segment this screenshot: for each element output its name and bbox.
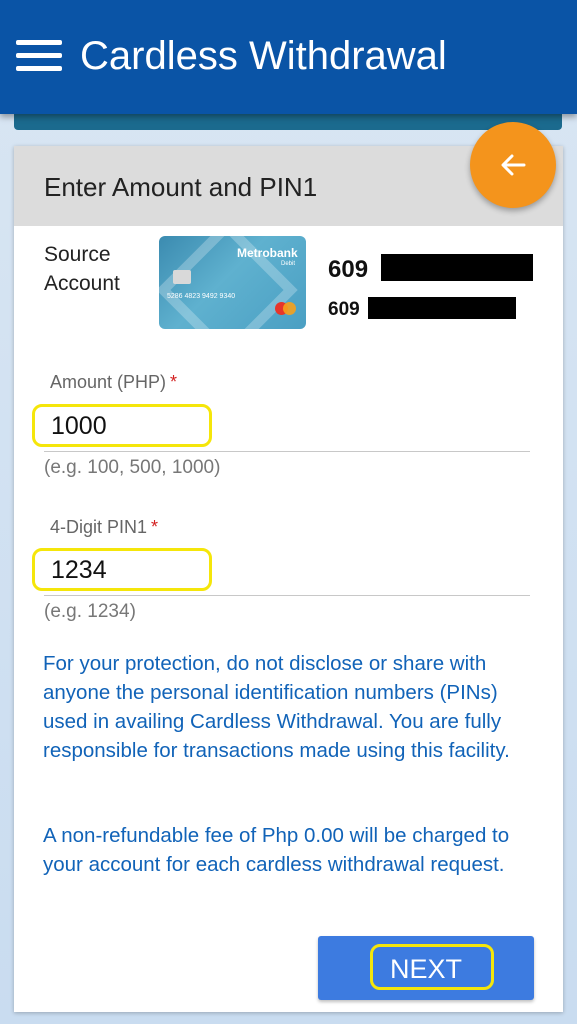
source-account-label: Source Account — [44, 243, 120, 295]
card-chip-icon — [173, 270, 191, 284]
card-type: Debit — [281, 261, 296, 267]
card-title: Enter Amount and PIN1 — [44, 172, 318, 202]
redaction-bar — [381, 254, 533, 281]
pin-input[interactable] — [51, 556, 201, 585]
card-bank-name: Metrobank — [237, 246, 298, 260]
pin-hint: (e.g. 1234) — [44, 601, 136, 622]
account-number-primary: 609 — [328, 256, 369, 283]
redaction-bar — [368, 297, 516, 319]
arrow-left-icon — [501, 154, 526, 176]
hamburger-menu-icon[interactable] — [16, 38, 62, 72]
card-number: 5286 4823 9492 9340 — [167, 293, 236, 300]
amount-label: Amount (PHP) * — [50, 372, 178, 392]
amount-pin-card: Enter Amount and PIN1 Source Account Met… — [14, 146, 563, 1012]
protection-notice: For your protection, do not disclose or … — [43, 652, 510, 762]
next-button-label: NEXT — [389, 954, 462, 984]
app-bar: Cardless Withdrawal — [0, 0, 577, 114]
account-number-secondary: 609 — [328, 299, 360, 320]
fee-notice: A non-refundable fee of Php 0.00 will be… — [43, 824, 510, 876]
amount-input[interactable] — [51, 412, 201, 441]
pin-label: 4-Digit PIN1 * — [50, 517, 159, 537]
next-button[interactable]: NEXT — [318, 936, 534, 1000]
debit-card-image: Metrobank Debit 5286 4823 9492 9340 — [159, 236, 306, 329]
app-title: Cardless Withdrawal — [80, 34, 447, 78]
back-button[interactable] — [470, 122, 556, 208]
amount-hint: (e.g. 100, 500, 1000) — [44, 457, 221, 478]
